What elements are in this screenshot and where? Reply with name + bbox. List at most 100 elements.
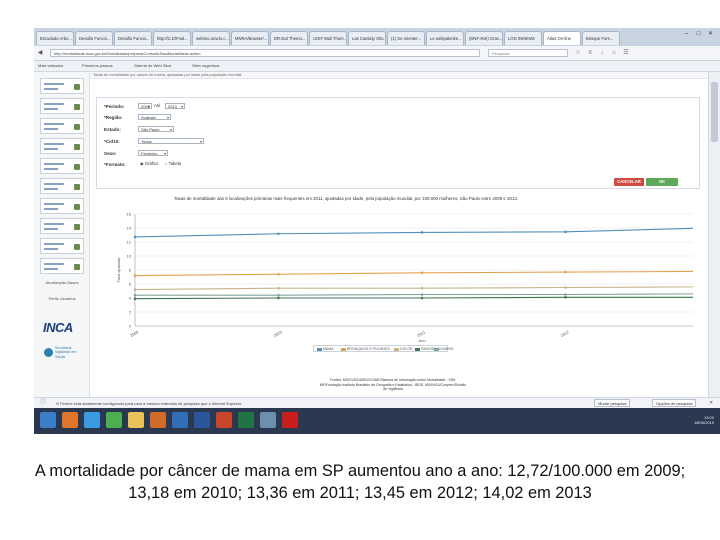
- report-thumbnail[interactable]: [40, 118, 84, 134]
- report-thumbnail[interactable]: [40, 238, 84, 254]
- page-top-text: Taxas de mortalidade por câncer de mama,…: [93, 73, 242, 77]
- browser-tab[interactable]: (1) Se orienter...: [387, 31, 425, 45]
- report-thumbnail[interactable]: [40, 218, 84, 234]
- minimize-button[interactable]: –: [682, 30, 691, 38]
- page-top-strip: Taxas de mortalidade por câncer de mama,…: [89, 72, 708, 79]
- cid-label: *Cid10:: [104, 139, 120, 144]
- legend-label: MAMA: [323, 347, 334, 351]
- regiao-label: *Região:: [104, 115, 123, 120]
- maximize-button[interactable]: □: [694, 30, 703, 38]
- formato-tabela-radio[interactable]: ○ Tabela: [165, 161, 181, 167]
- app-icon[interactable]: [260, 412, 276, 428]
- estado-select[interactable]: São Paulo: [138, 126, 174, 133]
- browser-tab[interactable]: DR:stal Themo...: [270, 31, 308, 45]
- navigation-toolbar: ◀ http://mortalidade.inca.gov.br/Mortali…: [34, 46, 720, 61]
- bookmark-item[interactable]: Sites sugeridos: [192, 62, 219, 70]
- y-axis-title: Taxa ajustada: [116, 257, 121, 282]
- data-point: [277, 293, 280, 297]
- y-tick-label: 14: [127, 226, 132, 231]
- browser-tab[interactable]: MNRA/Bowser/...: [231, 31, 269, 45]
- star-icon[interactable]: ☆: [574, 49, 582, 57]
- regiao-select[interactable]: Sudeste: [138, 114, 171, 121]
- legend-label: COLON: [400, 347, 413, 351]
- browser-tab[interactable]: Atlas On-line: [543, 31, 581, 45]
- x-axis-title: Ano: [418, 338, 426, 342]
- browser-tab[interactable]: Las Cassidy Sho...: [348, 31, 386, 45]
- cancel-button[interactable]: CANCELAR: [614, 178, 644, 186]
- data-point: [420, 296, 424, 300]
- browser-tab[interactable]: Desafio Funcio...: [75, 31, 113, 45]
- system-tray-clock[interactable]: 13:02 18/06/2015: [694, 415, 714, 425]
- powerpoint-icon[interactable]: [216, 412, 232, 428]
- formato-grafico-radio[interactable]: ◉ Gráfico: [140, 161, 158, 167]
- report-thumbnail[interactable]: [40, 98, 84, 114]
- ok-button[interactable]: OK: [646, 178, 678, 186]
- cid-select[interactable]: Todos: [138, 138, 204, 145]
- legend-swatch: [317, 347, 322, 351]
- bookmark-item[interactable]: Galeria de Web Slice: [134, 62, 172, 70]
- report-thumbnail[interactable]: [40, 138, 84, 154]
- y-tick-label: 16: [127, 212, 132, 217]
- browser-tab[interactable]: Escudado Arbo...: [36, 31, 74, 45]
- word-icon[interactable]: [194, 412, 210, 428]
- vertical-scrollbar[interactable]: [708, 72, 720, 397]
- browser-tab[interactable]: webmo.oraclo.c...: [192, 31, 230, 45]
- report-thumbnail[interactable]: [40, 178, 84, 194]
- search-input[interactable]: Pesquisar: [488, 49, 568, 57]
- periodo-ate-label: Até: [154, 103, 161, 108]
- folder-icon[interactable]: [128, 412, 144, 428]
- report-thumbnail[interactable]: [40, 258, 84, 274]
- notification-message: O Firefox está atualmente configurado pa…: [56, 401, 243, 406]
- report-thumbnail[interactable]: [40, 198, 84, 214]
- menu-icon[interactable]: ☰: [622, 49, 630, 57]
- chrome-icon[interactable]: [106, 412, 122, 428]
- sexo-select[interactable]: Feminino: [138, 150, 168, 157]
- close-icon[interactable]: ✕: [709, 399, 713, 408]
- legend-swatch: [415, 347, 420, 351]
- windows-taskbar: 13:02 18/06/2015: [34, 408, 720, 434]
- media-icon[interactable]: [150, 412, 166, 428]
- partner-logo-text: Secretaria Vigilância em Saúde: [55, 346, 77, 359]
- periodo-end-select[interactable]: 2013: [165, 103, 185, 110]
- sexo-label: Sexo:: [104, 151, 117, 156]
- browser-tab[interactable]: (DNF-INK) Grav...: [465, 31, 503, 45]
- browser-tab[interactable]: http://tc.D/Fnal...: [153, 31, 191, 45]
- bookmarks-icon[interactable]: ≡: [586, 49, 594, 57]
- download-icon[interactable]: ↓: [598, 49, 606, 57]
- browser-tab[interactable]: LOG INMKMS: [504, 31, 542, 45]
- back-icon[interactable]: ◀: [36, 49, 44, 57]
- browser-tab[interactable]: UOIF Mail Thom...: [309, 31, 347, 45]
- firefox-icon[interactable]: [62, 412, 78, 428]
- bookmark-item[interactable]: Primeiros passos: [82, 62, 113, 70]
- data-point: [133, 293, 137, 297]
- x-tick-label: 2010: [273, 329, 284, 338]
- browser-tab[interactable]: Bosque Fore...: [582, 31, 620, 45]
- acrobat-icon[interactable]: [282, 412, 298, 428]
- excel-icon[interactable]: [238, 412, 254, 428]
- bookmark-item[interactable]: Mais visitados: [38, 62, 63, 70]
- home-icon[interactable]: ⌂: [610, 49, 618, 57]
- series-line-0: [134, 227, 693, 238]
- sidebar-item-perfis[interactable]: Perfis Usuários: [37, 296, 87, 301]
- outlook-icon[interactable]: [172, 412, 188, 428]
- data-point: [133, 297, 137, 300]
- report-thumbnail[interactable]: [40, 158, 84, 174]
- browser-tab[interactable]: Le webpaketze...: [426, 31, 464, 45]
- url-bar[interactable]: http://mortalidade.inca.gov.br/Mortalida…: [50, 49, 480, 57]
- series-line-2: [134, 286, 693, 291]
- y-tick-label: 8: [129, 268, 132, 273]
- periodo-start-select[interactable]: 2009: [138, 103, 152, 110]
- data-point: [564, 230, 567, 234]
- sidebar-item-atualizacao[interactable]: Atualização Bases: [37, 280, 87, 285]
- report-thumbnail[interactable]: [40, 78, 84, 94]
- scrollbar-thumb[interactable]: [711, 82, 718, 142]
- windows-start-icon[interactable]: [40, 412, 56, 428]
- search-options-button[interactable]: Opções de pesquisa: [652, 399, 697, 407]
- line-chart: 024681012141620092010201120122013AnoTaxa…: [116, 212, 693, 342]
- data-point: [420, 231, 424, 234]
- close-window-button[interactable]: ✕: [706, 30, 715, 38]
- change-search-button[interactable]: Mudar pesquisa: [594, 399, 631, 407]
- ie-icon[interactable]: [84, 412, 100, 428]
- data-point: [277, 232, 280, 236]
- browser-tab[interactable]: Desafio Funcio...: [114, 31, 152, 45]
